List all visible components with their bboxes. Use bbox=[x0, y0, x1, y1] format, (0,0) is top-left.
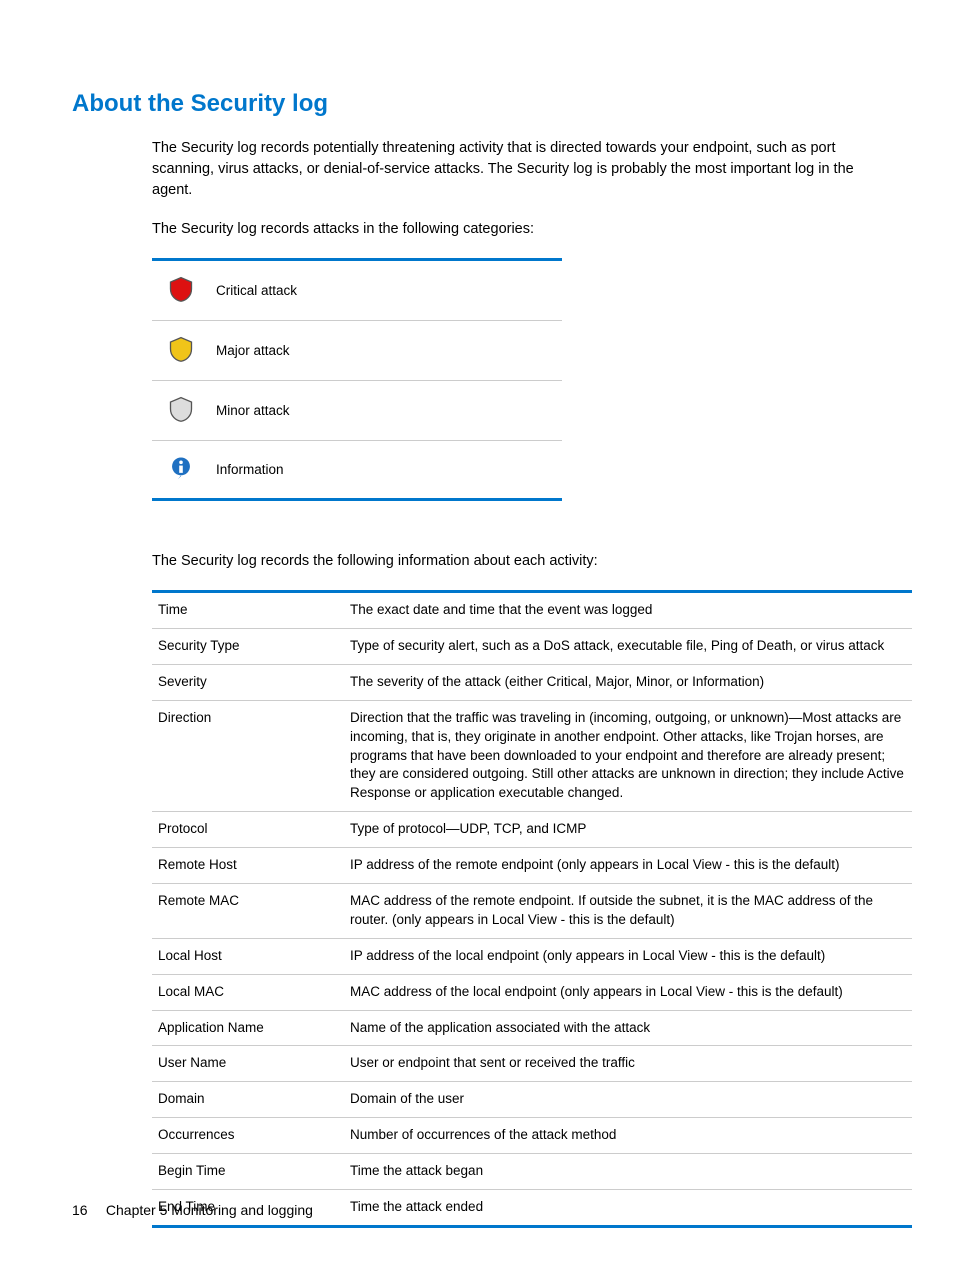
field-name: User Name bbox=[152, 1046, 344, 1082]
shield-minor-icon bbox=[167, 395, 195, 423]
table-row: SeverityThe severity of the attack (eith… bbox=[152, 664, 912, 700]
category-label: Major attack bbox=[210, 321, 562, 381]
table-row: Minor attack bbox=[152, 381, 562, 441]
field-desc: Time the attack ended bbox=[344, 1190, 912, 1227]
field-name: Occurrences bbox=[152, 1118, 344, 1154]
info-icon bbox=[168, 455, 194, 481]
table-row: User NameUser or endpoint that sent or r… bbox=[152, 1046, 912, 1082]
categories-table: Critical attack Major attack Minor attac… bbox=[152, 258, 562, 501]
table-row: Security TypeType of security alert, suc… bbox=[152, 628, 912, 664]
table-row: Local MACMAC address of the local endpoi… bbox=[152, 974, 912, 1010]
category-label: Minor attack bbox=[210, 381, 562, 441]
field-name: Security Type bbox=[152, 628, 344, 664]
field-desc: MAC address of the local endpoint (only … bbox=[344, 974, 912, 1010]
field-desc: Number of occurrences of the attack meth… bbox=[344, 1118, 912, 1154]
section-heading: About the Security log bbox=[72, 90, 882, 118]
field-name: Domain bbox=[152, 1082, 344, 1118]
field-name: Local Host bbox=[152, 938, 344, 974]
fields-table: TimeThe exact date and time that the eve… bbox=[152, 590, 912, 1228]
table-row: Local HostIP address of the local endpoi… bbox=[152, 938, 912, 974]
table-row: Begin TimeTime the attack began bbox=[152, 1154, 912, 1190]
field-name: Begin Time bbox=[152, 1154, 344, 1190]
chapter-label: Chapter 5 Monitoring and logging bbox=[106, 1202, 313, 1218]
field-name: Direction bbox=[152, 700, 344, 811]
field-desc: Direction that the traffic was traveling… bbox=[344, 700, 912, 811]
category-label: Critical attack bbox=[210, 260, 562, 321]
intro-paragraph-3: The Security log records the following i… bbox=[152, 551, 882, 572]
table-row: Major attack bbox=[152, 321, 562, 381]
table-row: DirectionDirection that the traffic was … bbox=[152, 700, 912, 811]
field-desc: Time the attack began bbox=[344, 1154, 912, 1190]
field-desc: IP address of the remote endpoint (only … bbox=[344, 848, 912, 884]
field-desc: The severity of the attack (either Criti… bbox=[344, 664, 912, 700]
table-row: DomainDomain of the user bbox=[152, 1082, 912, 1118]
field-name: Remote Host bbox=[152, 848, 344, 884]
intro-paragraph-1: The Security log records potentially thr… bbox=[152, 138, 882, 201]
field-name: Protocol bbox=[152, 812, 344, 848]
field-desc: User or endpoint that sent or received t… bbox=[344, 1046, 912, 1082]
table-row: Information bbox=[152, 441, 562, 500]
category-label: Information bbox=[210, 441, 562, 500]
field-name: Application Name bbox=[152, 1010, 344, 1046]
shield-critical-icon bbox=[167, 275, 195, 303]
field-desc: Type of security alert, such as a DoS at… bbox=[344, 628, 912, 664]
field-name: Time bbox=[152, 592, 344, 629]
field-desc: Type of protocol—UDP, TCP, and ICMP bbox=[344, 812, 912, 848]
field-desc: Name of the application associated with … bbox=[344, 1010, 912, 1046]
table-row: Remote MACMAC address of the remote endp… bbox=[152, 883, 912, 938]
table-row: OccurrencesNumber of occurrences of the … bbox=[152, 1118, 912, 1154]
table-row: ProtocolType of protocol—UDP, TCP, and I… bbox=[152, 812, 912, 848]
shield-major-icon bbox=[167, 335, 195, 363]
table-row: Remote HostIP address of the remote endp… bbox=[152, 848, 912, 884]
table-row: Critical attack bbox=[152, 260, 562, 321]
field-desc: IP address of the local endpoint (only a… bbox=[344, 938, 912, 974]
field-desc: The exact date and time that the event w… bbox=[344, 592, 912, 629]
page-footer: 16 Chapter 5 Monitoring and logging bbox=[72, 1202, 313, 1218]
page-number: 16 bbox=[72, 1202, 98, 1218]
intro-paragraph-2: The Security log records attacks in the … bbox=[152, 219, 882, 240]
field-name: Remote MAC bbox=[152, 883, 344, 938]
field-name: Severity bbox=[152, 664, 344, 700]
field-desc: MAC address of the remote endpoint. If o… bbox=[344, 883, 912, 938]
table-row: Application NameName of the application … bbox=[152, 1010, 912, 1046]
table-row: TimeThe exact date and time that the eve… bbox=[152, 592, 912, 629]
field-desc: Domain of the user bbox=[344, 1082, 912, 1118]
field-name: Local MAC bbox=[152, 974, 344, 1010]
